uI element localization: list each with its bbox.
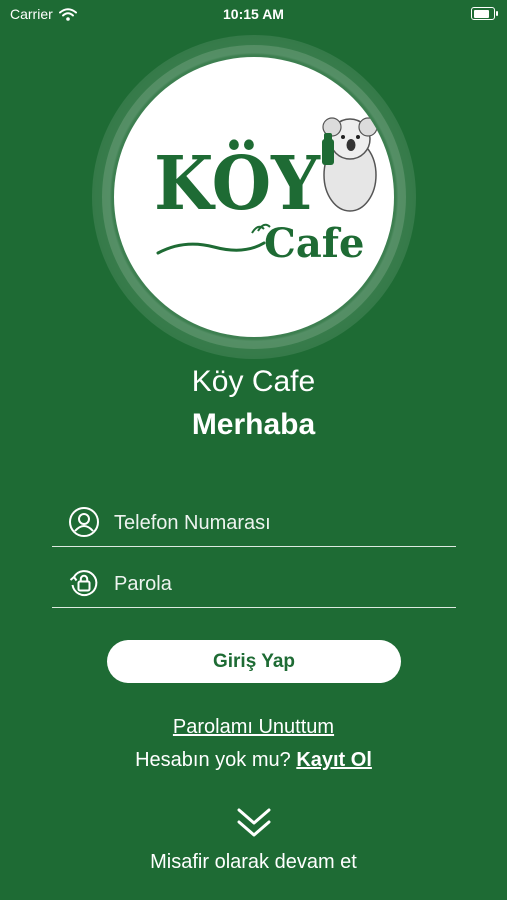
status-time: 10:15 AM: [223, 6, 284, 22]
phone-input[interactable]: [112, 506, 446, 540]
password-field[interactable]: [52, 561, 456, 608]
login-button[interactable]: Giriş Yap: [107, 640, 401, 683]
status-bar: Carrier 10:15 AM: [0, 0, 507, 28]
koala-icon: [322, 117, 378, 212]
app-name: Köy Cafe: [191, 365, 316, 398]
greeting: Merhaba: [191, 408, 316, 441]
battery-icon: [471, 7, 498, 20]
password-input[interactable]: [112, 567, 446, 601]
logo-halo: KÖY Cafe: [92, 35, 416, 359]
forgot-password-link[interactable]: Parolamı Unuttum: [173, 716, 334, 738]
forgot-password-row: Parolamı Unuttum: [0, 716, 507, 739]
chevron-double-down-icon[interactable]: [236, 806, 272, 840]
logo-swirl: [156, 241, 266, 255]
phone-field[interactable]: [52, 500, 456, 547]
logo: KÖY Cafe: [114, 57, 394, 337]
logo-brand-top: KÖY: [154, 138, 321, 227]
lock-icon: [69, 570, 98, 597]
battery-fill: [473, 9, 489, 18]
guest-continue-link[interactable]: Misafir olarak devam et: [0, 851, 507, 874]
logo-graphic: KÖY Cafe: [154, 117, 378, 267]
register-link[interactable]: Kayıt Ol: [296, 749, 372, 771]
logo-brand-bottom: Cafe: [264, 220, 364, 267]
signup-row: Hesabın yok mu? Kayıt Ol: [0, 749, 507, 772]
no-account-text: Hesabın yok mu?: [135, 749, 291, 771]
user-icon: [69, 507, 99, 537]
